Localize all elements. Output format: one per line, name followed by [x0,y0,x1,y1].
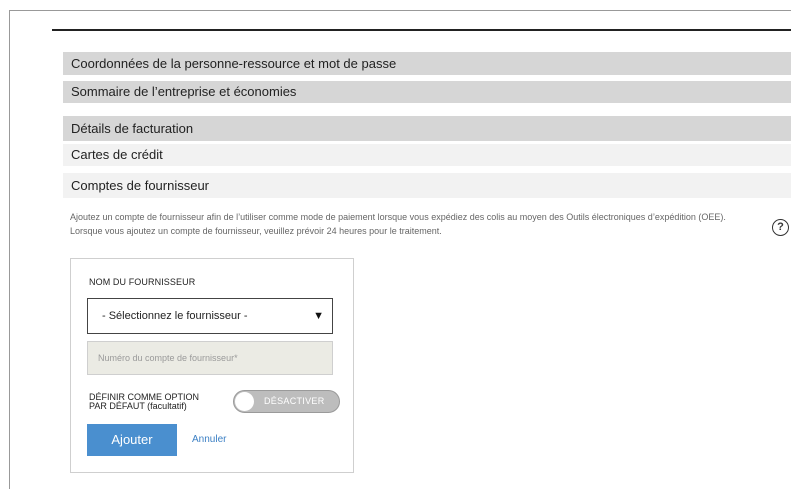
cancel-link[interactable]: Annuler [192,434,226,445]
accordion-label: Comptes de fournisseur [71,178,210,193]
page-frame-top [9,10,791,11]
accordion-business-summary[interactable]: Sommaire de l’entreprise et économies [63,81,791,103]
accordion-billing-details[interactable]: Détails de facturation [63,116,791,141]
supplier-select-value: - Sélectionnez le fournisseur - [102,310,248,322]
section-divider [52,29,791,31]
add-button[interactable]: Ajouter [87,424,177,456]
toggle-state-label: DÉSACTIVER [264,396,325,406]
page-frame-left [9,10,10,489]
default-option-label-line2: PAR DÉFAUT (facultatif) [89,401,187,411]
toggle-knob [235,392,254,411]
help-icon[interactable]: ? [772,219,789,236]
add-supplier-account-form: NOM DU FOURNISSEUR - Sélectionnez le fou… [70,258,354,473]
default-option-label: DÉFINIR COMME OPTION PAR DÉFAUT (faculta… [89,393,239,411]
default-option-toggle[interactable]: DÉSACTIVER [233,390,340,413]
accordion-supplier-accounts[interactable]: Comptes de fournisseur [63,173,791,198]
supplier-accounts-description: Ajoutez un compte de fournisseur afin de… [70,212,726,236]
accordion-label: Coordonnées de la personne-ressource et … [71,56,397,71]
accordion-label: Détails de facturation [71,121,194,136]
accordion-contact-password[interactable]: Coordonnées de la personne-ressource et … [63,52,791,75]
accordion-credit-cards[interactable]: Cartes de crédit [63,144,791,166]
chevron-down-icon: ▼ [313,310,324,322]
supplier-name-label: NOM DU FOURNISSEUR [89,277,196,287]
accordion-label: Cartes de crédit [71,147,163,162]
supplier-select[interactable]: - Sélectionnez le fournisseur - ▼ [87,298,333,334]
supplier-account-number-input[interactable] [87,341,333,375]
accordion-label: Sommaire de l’entreprise et économies [71,84,297,99]
